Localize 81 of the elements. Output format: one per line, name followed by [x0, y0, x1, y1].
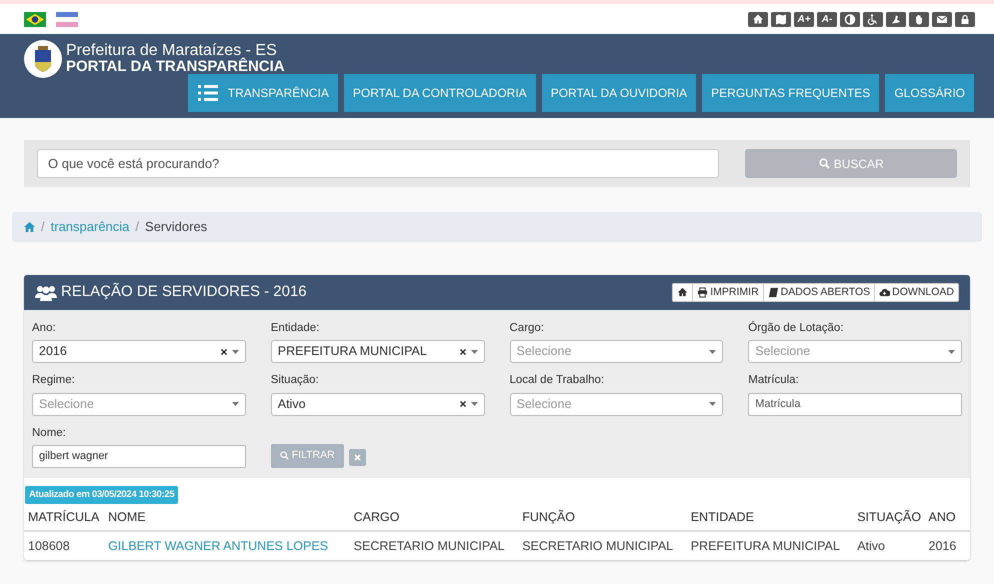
column-header: FUNÇÃO [522, 504, 691, 530]
nav-tab[interactable]: PORTAL DA CONTROLADORIA [344, 74, 536, 112]
caret-icon [709, 350, 716, 354]
users-icon [35, 284, 57, 300]
filter-button[interactable]: FILTRAR [270, 444, 344, 468]
table-cell: SECRETARIO MUNICIPAL [522, 530, 691, 560]
nav-tab[interactable]: PERGUNTAS FREQUENTES [702, 74, 880, 112]
site-subtitle: PORTAL DA TRANSPARÊNCIA [66, 59, 285, 75]
column-header: CARGO [354, 504, 522, 530]
search-button[interactable]: BUSCAR [745, 149, 957, 178]
select-field[interactable]: Ativo [270, 392, 484, 416]
search-icon [818, 158, 830, 169]
field-label: Entidade: [270, 321, 320, 336]
clear-icon[interactable] [460, 401, 466, 407]
name-link[interactable]: GILBERT WAGNER ANTUNES LOPES [108, 538, 328, 552]
toolbar-button[interactable]: DOWNLOAD [874, 284, 958, 301]
toolbar-button[interactable]: DADOS ABERTOS [762, 284, 874, 301]
select-field[interactable]: Selecione [510, 392, 724, 416]
hand-icon[interactable] [909, 12, 929, 26]
caret-icon [948, 350, 955, 354]
column-header: MATRÍCULA [24, 504, 108, 530]
home-icon[interactable] [748, 12, 768, 26]
printer-icon [697, 287, 708, 298]
text-field[interactable]: Matrícula [748, 392, 962, 416]
breadcrumb-current: Servidores [145, 218, 208, 236]
table-cell: 2016 [928, 530, 970, 560]
state-flag-icon[interactable] [56, 12, 78, 26]
contrast-icon[interactable] [840, 12, 860, 26]
home-icon [677, 287, 688, 298]
map-icon[interactable] [771, 12, 791, 26]
field-label: Matrícula: [748, 373, 800, 388]
select-field[interactable]: PREFEITURA MUNICIPAL [270, 340, 484, 364]
select-field[interactable]: Selecione [32, 392, 246, 416]
city-emblem-icon [24, 40, 62, 78]
search-field[interactable]: O que você está procurando? [37, 149, 720, 178]
column-header: ENTIDADE [690, 504, 858, 530]
select-field[interactable]: Selecione [748, 340, 962, 364]
caret-icon [232, 402, 239, 406]
table-cell: Ativo [857, 530, 929, 560]
field-label: Cargo: [510, 321, 546, 336]
breadcrumb-separator: / [41, 218, 45, 236]
breadcrumb-separator: / [135, 218, 140, 236]
close-icon [354, 454, 361, 461]
font-size-button[interactable]: A- [817, 12, 837, 26]
updated-badge: Atualizado em 03/05/2024 10:30:25 [25, 486, 178, 504]
nav-tab[interactable]: TRANSPARÊNCIA [188, 74, 338, 112]
table-cell: SECRETARIO MUNICIPAL [354, 530, 522, 560]
search-icon [280, 451, 289, 460]
panel-title: RELAÇÃO DE SERVIDORES - 2016 [61, 282, 307, 302]
select-field[interactable]: Selecione [510, 340, 724, 364]
clear-icon[interactable] [220, 348, 227, 355]
nav-tab[interactable]: PORTAL DA OUVIDORIA [542, 74, 696, 112]
menu-icon [198, 85, 218, 101]
nav-tab[interactable]: GLOSSÁRIO [885, 74, 974, 112]
breadcrumb-link[interactable]: transparência [50, 217, 130, 237]
caret-icon [232, 350, 239, 354]
table-cell: PREFEITURA MUNICIPAL [690, 530, 858, 560]
caret-icon [470, 350, 478, 354]
clear-icon[interactable] [460, 348, 466, 355]
toolbar-button[interactable]: IMPRIMIR [692, 284, 763, 301]
field-label: Órgão de Lotação: [748, 320, 845, 336]
column-header: NOME [108, 504, 354, 530]
font-size-button[interactable]: A+ [794, 12, 814, 26]
column-header: ANO [928, 504, 970, 530]
caret-icon [470, 402, 478, 406]
lock-icon[interactable] [955, 12, 975, 26]
select-field[interactable]: 2016 [32, 340, 246, 364]
column-header: SITUAÇÃO [857, 504, 929, 530]
field-label: Nome: [32, 426, 67, 440]
brazil-flag-icon[interactable] [24, 12, 46, 26]
cloud-download-icon [879, 287, 890, 298]
mail-icon[interactable] [932, 12, 952, 26]
field-label: Regime: [32, 373, 76, 388]
table-cell: 108608 [24, 530, 108, 560]
field-label: Local de Trabalho: [510, 373, 606, 388]
caret-icon [709, 402, 716, 406]
field-label: Situação: [270, 373, 320, 388]
field-label: Ano: [32, 321, 57, 336]
text-field[interactable]: gilbert wagner [32, 444, 246, 468]
site-title: Prefeitura de Marataízes - ES [66, 43, 277, 59]
wheelchair-icon[interactable] [863, 12, 883, 26]
